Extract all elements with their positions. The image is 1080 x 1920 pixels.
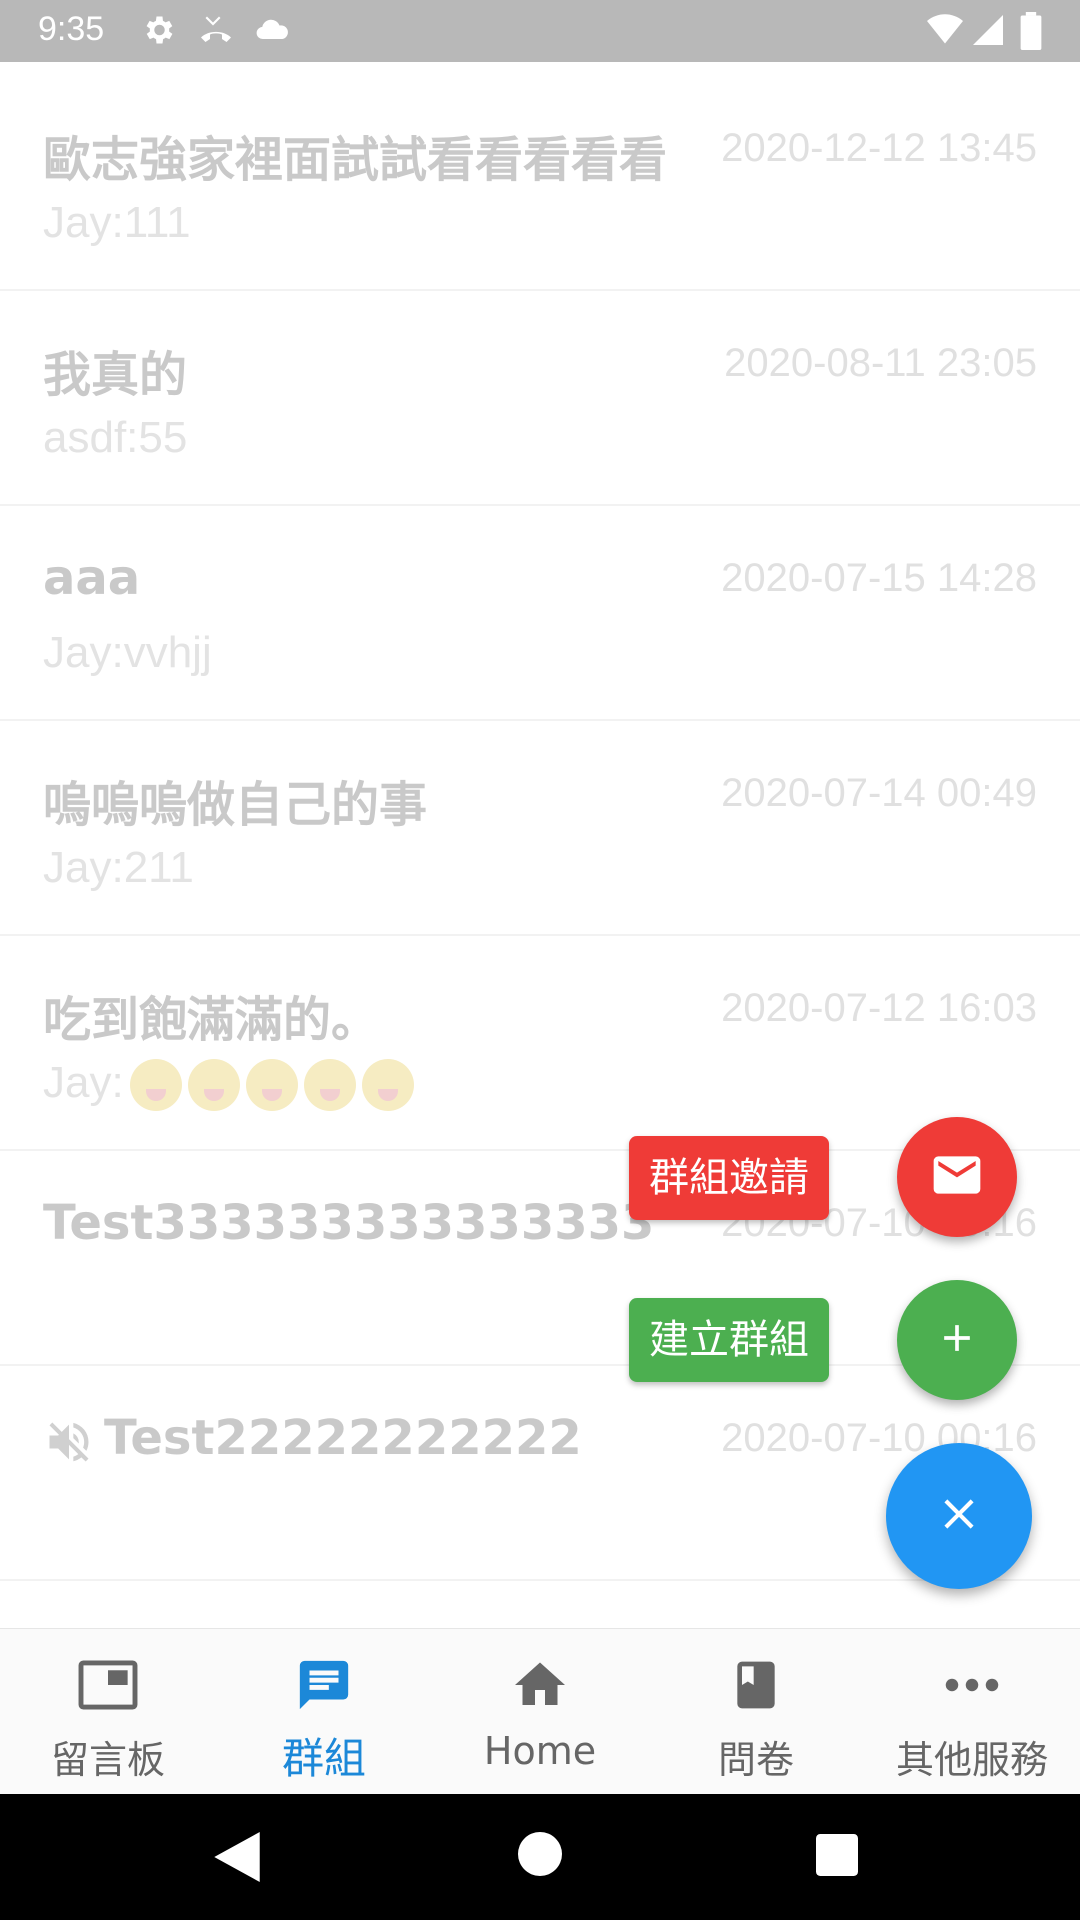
nav-label: Home: [483, 1729, 597, 1773]
nav-item-board[interactable]: 留言板: [0, 1629, 216, 1795]
group-time: 2020-07-15 14:28: [721, 556, 1037, 600]
back-icon[interactable]: [214, 1832, 260, 1886]
nav-item-home[interactable]: Home: [432, 1629, 648, 1795]
group-invite-label[interactable]: 群組邀請: [629, 1136, 829, 1220]
group-title: 我真的: [43, 347, 188, 403]
emoji-icon: [361, 1059, 414, 1112]
group-time: 2020-12-12 13:45: [721, 126, 1037, 170]
group-invite-button[interactable]: [897, 1117, 1017, 1237]
create-group-label[interactable]: 建立群組: [629, 1298, 829, 1382]
group-preview: asdf:55: [43, 413, 188, 462]
group-list[interactable]: 歐志強家裡面試試看看看看看 2020-12-12 13:45 Jay:111 我…: [0, 62, 1080, 1628]
nav-item-more[interactable]: 其他服務: [864, 1629, 1080, 1795]
book-icon: [726, 1655, 786, 1715]
create-group-button[interactable]: [897, 1280, 1017, 1400]
signal-icon: [970, 12, 1006, 52]
list-item[interactable]: 吃到飽滿滿的。 2020-07-12 16:03 Jay:: [0, 936, 1080, 1151]
nav-label: 群組: [281, 1734, 366, 1783]
group-title: 歐志強家裡面試試看看看看看: [43, 132, 668, 188]
battery-icon: [1020, 12, 1042, 54]
group-title: aaa: [43, 550, 141, 606]
status-time: 9:35: [38, 10, 105, 48]
list-item[interactable]: 歐志強家裡面試試看看看看看 2020-12-12 13:45 Jay:111: [0, 76, 1080, 291]
list-item[interactable]: 嗚嗚嗚做自己的事 2020-07-14 00:49 Jay:211: [0, 721, 1080, 936]
nav-label: 其他服務: [895, 1738, 1048, 1782]
group-preview: Jay:211: [43, 843, 194, 892]
cloud-icon: [252, 12, 292, 52]
nav-item-groups[interactable]: 群組: [216, 1629, 432, 1795]
emoji-icon: [303, 1059, 356, 1112]
list-item[interactable]: aaa 2020-07-15 14:28 Jay:vvhjj: [0, 506, 1080, 721]
group-title: 嗚嗚嗚做自己的事: [43, 777, 428, 833]
home-button-icon[interactable]: [518, 1832, 562, 1880]
missed-call-icon: [196, 12, 236, 52]
group-preview: Jay:vvhjj: [43, 628, 212, 677]
board-icon: [78, 1655, 138, 1715]
group-title: Test333333333333333: [43, 1195, 655, 1251]
mail-icon: [929, 1147, 985, 1207]
chat-icon: [294, 1655, 354, 1715]
gear-icon: [140, 12, 176, 52]
plus-icon: [935, 1316, 979, 1364]
nav-label: 留言板: [50, 1738, 165, 1782]
nav-item-survey[interactable]: 問卷: [648, 1629, 864, 1795]
group-time: 2020-07-14 00:49: [721, 771, 1037, 815]
group-title: 吃到飽滿滿的。: [43, 992, 380, 1048]
group-preview-text: Jay:: [43, 1058, 124, 1107]
group-title: Test22222222222: [104, 1410, 582, 1466]
home-icon: [510, 1655, 570, 1715]
group-time: 2020-07-12 16:03: [721, 986, 1037, 1030]
bottom-navigation: 留言板 群組 Home 問卷 其他服務: [0, 1628, 1080, 1794]
more-icon: [942, 1655, 1002, 1715]
emoji-icon: [245, 1059, 298, 1112]
list-item[interactable]: 我真的 2020-08-11 23:05 asdf:55: [0, 291, 1080, 506]
wifi-icon: [924, 12, 966, 52]
emoji-icon: [129, 1059, 182, 1112]
group-time: 2020-08-11 23:05: [724, 341, 1037, 385]
emoji-icon: [187, 1059, 240, 1112]
system-navigation-bar: [0, 1794, 1080, 1920]
recents-icon[interactable]: [816, 1834, 858, 1880]
speed-dial-close-button[interactable]: [886, 1443, 1032, 1589]
group-preview: Jay:111: [43, 198, 191, 247]
close-icon: [934, 1489, 984, 1543]
mute-icon: [43, 1416, 95, 1472]
group-preview-emoji: Jay:: [43, 1058, 414, 1112]
nav-label: 問卷: [717, 1738, 794, 1782]
status-bar: 9:35: [0, 0, 1080, 62]
